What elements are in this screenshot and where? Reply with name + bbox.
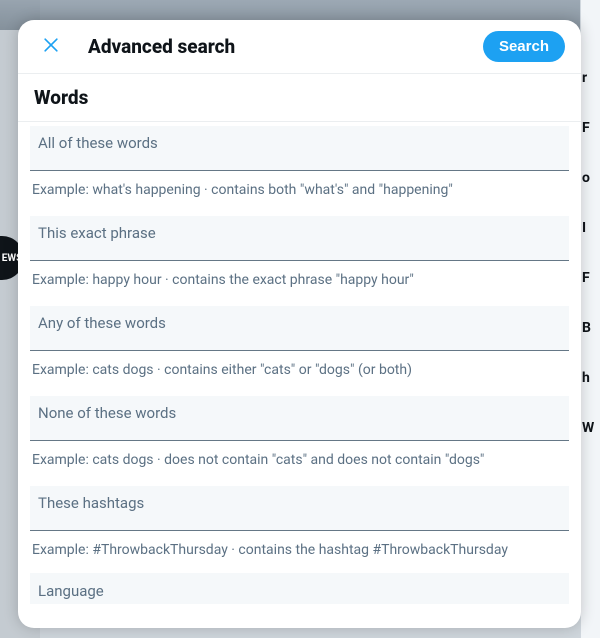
exact-phrase-label: This exact phrase	[38, 224, 561, 242]
divider	[18, 121, 581, 122]
close-button[interactable]	[34, 30, 68, 64]
search-button[interactable]: Search	[483, 31, 565, 62]
hashtags-example: Example: #ThrowbackThursday · contains t…	[18, 531, 581, 572]
none-words-input[interactable]: None of these words	[30, 396, 569, 441]
all-words-label: All of these words	[38, 134, 561, 152]
field-hashtags: These hashtags Example: #ThrowbackThursd…	[18, 486, 581, 572]
none-words-example: Example: cats dogs · does not contain "c…	[18, 441, 581, 482]
modal-body: Words All of these words Example: what's…	[18, 73, 581, 628]
close-icon	[41, 35, 61, 58]
field-all-words: All of these words Example: what's happe…	[18, 126, 581, 212]
background-right-text: r F o I F B h W	[582, 70, 598, 436]
exact-phrase-input[interactable]: This exact phrase	[30, 216, 569, 261]
field-none-words: None of these words Example: cats dogs ·…	[18, 396, 581, 482]
any-words-label: Any of these words	[38, 314, 561, 332]
modal-title: Advanced search	[88, 35, 463, 58]
modal-header: Advanced search Search	[18, 20, 581, 73]
hashtags-label: These hashtags	[38, 494, 561, 512]
field-exact-phrase: This exact phrase Example: happy hour · …	[18, 216, 581, 302]
hashtags-input[interactable]: These hashtags	[30, 486, 569, 531]
all-words-input[interactable]: All of these words	[30, 126, 569, 171]
any-words-input[interactable]: Any of these words	[30, 306, 569, 351]
language-select[interactable]: Language	[30, 573, 569, 604]
none-words-label: None of these words	[38, 404, 561, 422]
exact-phrase-example: Example: happy hour · contains the exact…	[18, 261, 581, 302]
language-label: Language	[38, 582, 104, 600]
any-words-example: Example: cats dogs · contains either "ca…	[18, 351, 581, 392]
section-heading-words: Words	[18, 74, 581, 121]
field-any-words: Any of these words Example: cats dogs · …	[18, 306, 581, 392]
all-words-example: Example: what's happening · contains bot…	[18, 171, 581, 212]
advanced-search-modal: Advanced search Search Words All of thes…	[18, 20, 581, 628]
